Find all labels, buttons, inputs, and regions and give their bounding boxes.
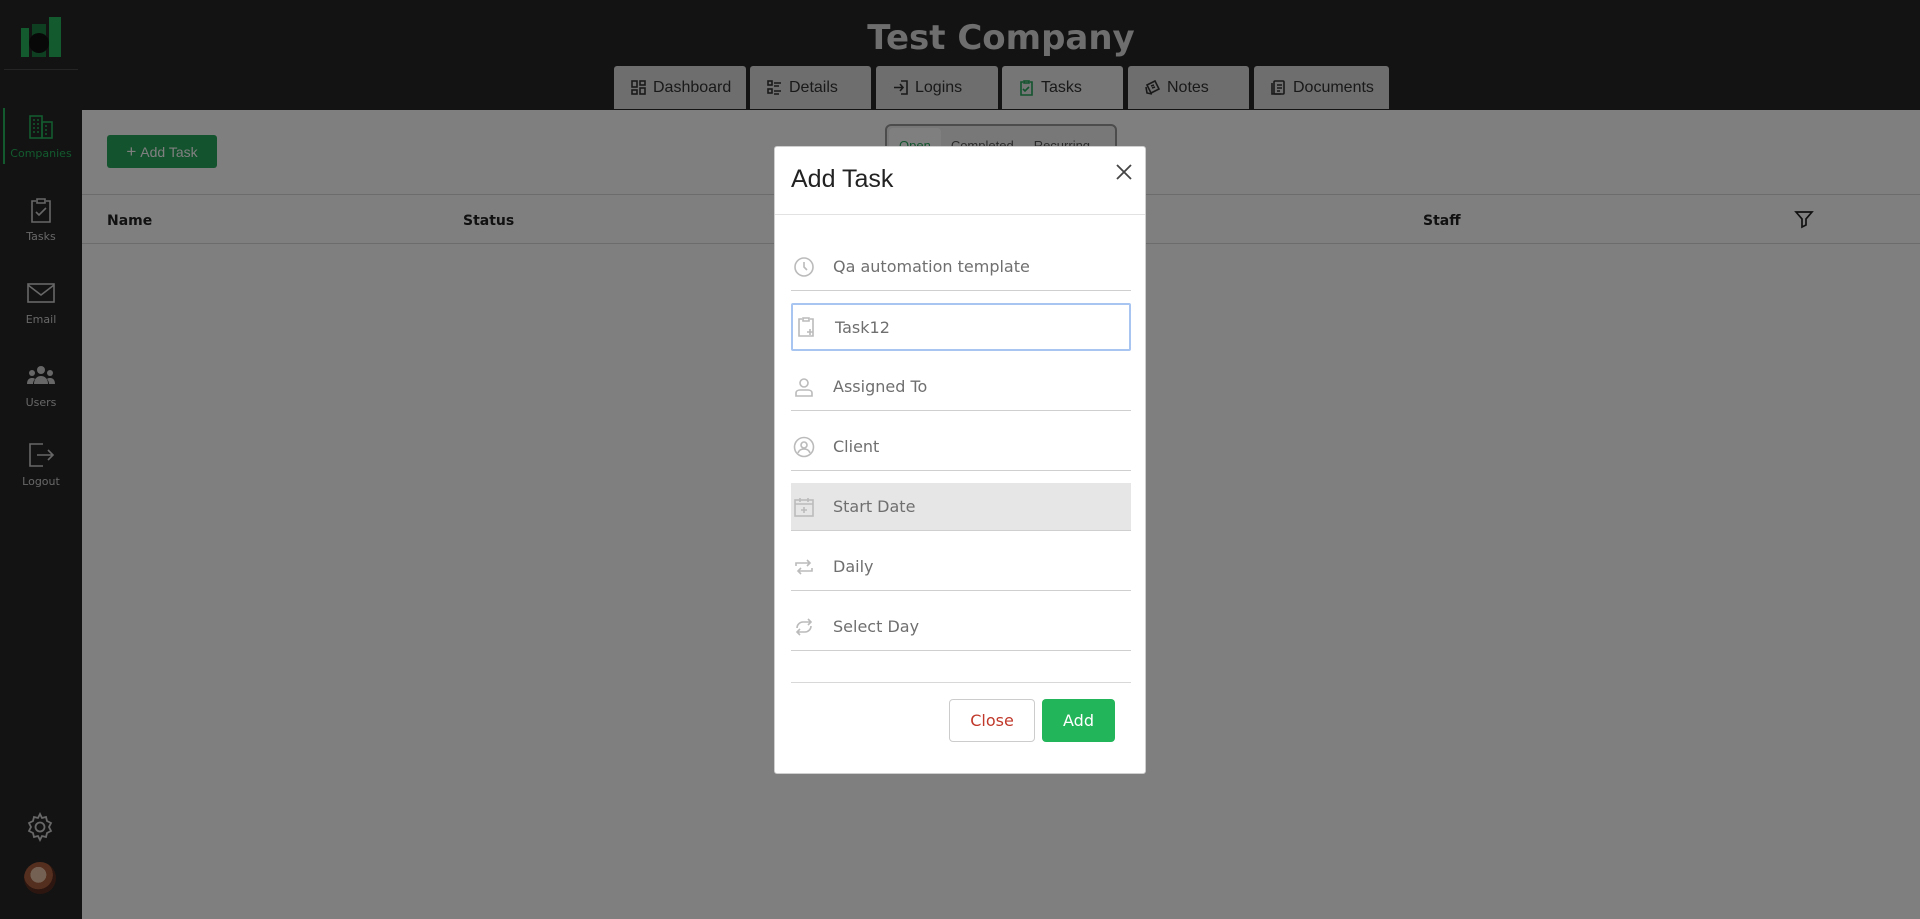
start-date-placeholder: Start Date xyxy=(833,497,916,516)
template-select[interactable]: Qa automation template xyxy=(791,243,1131,291)
select-day-placeholder: Select Day xyxy=(833,617,920,636)
frequency-value: Daily xyxy=(833,557,874,576)
user-circle-icon xyxy=(793,436,815,457)
client-placeholder: Client xyxy=(833,437,880,456)
task-name-value: Task12 xyxy=(835,317,890,337)
modal-header: Add Task xyxy=(775,147,1145,215)
user-icon xyxy=(795,377,813,397)
clipboard-plus-icon xyxy=(798,317,814,337)
close-icon[interactable] xyxy=(1114,162,1134,182)
repeat-icon xyxy=(795,558,813,575)
assigned-to-select[interactable]: Assigned To xyxy=(791,363,1131,411)
add-task-modal: Add Task Qa automation template Task12 A… xyxy=(774,146,1146,774)
client-select[interactable]: Client xyxy=(791,423,1131,471)
task-name-input[interactable]: Task12 xyxy=(791,303,1131,351)
calendar-icon xyxy=(794,497,814,517)
close-button[interactable]: Close xyxy=(949,699,1035,742)
modal-title: Add Task xyxy=(791,165,894,193)
cycle-icon xyxy=(795,617,813,636)
frequency-select[interactable]: Daily xyxy=(791,543,1131,591)
add-button[interactable]: Add xyxy=(1042,699,1115,742)
clock-icon xyxy=(794,256,814,277)
modal-divider xyxy=(791,682,1131,683)
select-day-select[interactable]: Select Day xyxy=(791,603,1131,651)
assigned-to-placeholder: Assigned To xyxy=(833,377,928,396)
start-date-input[interactable]: Start Date xyxy=(791,483,1131,531)
template-value: Qa automation template xyxy=(833,257,1030,276)
